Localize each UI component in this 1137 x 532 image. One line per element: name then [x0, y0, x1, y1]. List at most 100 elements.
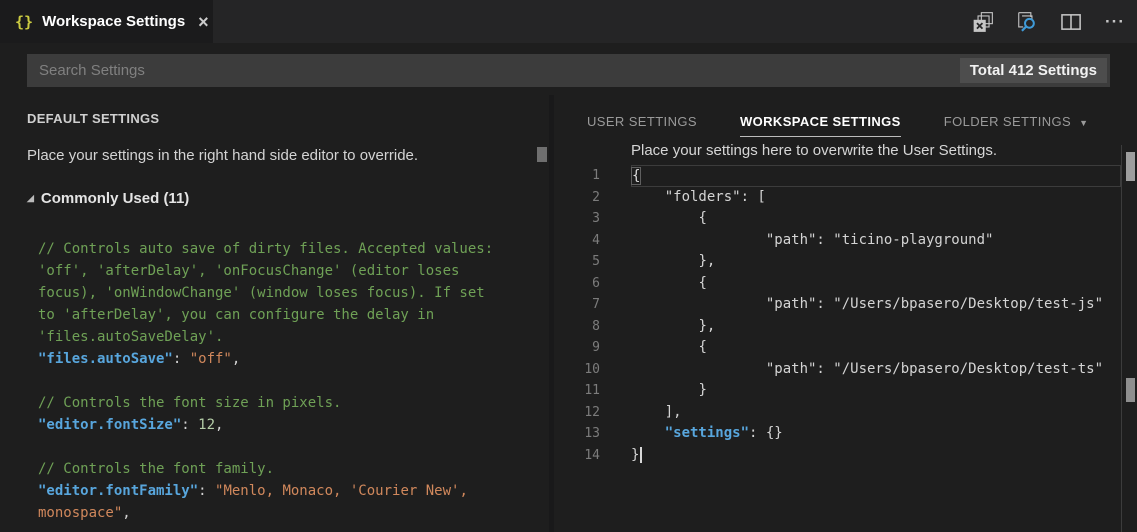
tab-title: Workspace Settings [42, 13, 185, 30]
code-line: "editor.fontSize": 12, [38, 414, 493, 436]
code-token: { [698, 275, 706, 291]
code-token: , [122, 505, 130, 521]
line-content: { [631, 165, 1121, 187]
editor-line: 8 }, [554, 316, 1121, 338]
code-line: "editor.fontFamily": "Menlo, Monaco, 'Co… [38, 480, 493, 502]
editor-tab-bar: {} Workspace Settings × [0, 0, 1137, 43]
left-scrollbar-thumb[interactable] [537, 147, 547, 162]
editor-line: 9 { [554, 337, 1121, 359]
section-label: Commonly Used (11) [41, 190, 189, 207]
code-token: "folders": [ [665, 189, 766, 205]
editor-actions-toolbar: ··· [971, 0, 1127, 43]
line-number: 6 [554, 273, 600, 295]
editor-line: 10 "path": "/Users/bpasero/Desktop/test-… [554, 359, 1121, 381]
tab-user-settings[interactable]: USER SETTINGS [587, 114, 697, 137]
code-token: "path": "ticino-playground" [766, 232, 994, 248]
workspace-settings-pane: USER SETTINGS WORKSPACE SETTINGS FOLDER SE… [554, 95, 1137, 532]
default-settings-description: Place your settings in the right hand si… [27, 147, 418, 164]
editor-line: 7 "path": "/Users/bpasero/Desktop/test-j… [554, 294, 1121, 316]
settings-editor-split: DEFAULT SETTINGS Place your settings in … [0, 95, 1137, 532]
code-line: 'off', 'afterDelay', 'onFocusChange' (ed… [38, 260, 493, 282]
code-token: "editor.fontFamily" [38, 483, 198, 499]
code-line: // Controls the font size in pixels. [38, 392, 493, 414]
line-content: ], [631, 402, 1121, 424]
code-token: } [631, 447, 639, 463]
code-token: 12 [198, 417, 215, 433]
chevron-down-icon: ▼ [1079, 118, 1088, 128]
tab-workspace-settings[interactable]: {} Workspace Settings × [0, 0, 213, 43]
code-token: } [698, 382, 706, 398]
line-content: { [631, 208, 1121, 230]
code-token: to 'afterDelay', you can configure the d… [38, 307, 434, 323]
total-settings-badge: Total 412 Settings [960, 58, 1107, 83]
line-content: "settings": {} [631, 423, 1121, 445]
vscode-settings-window: { "window": { "tab": { "icon_glyph": "{}… [0, 0, 1137, 532]
tab-workspace-settings[interactable]: WORKSPACE SETTINGS [740, 114, 901, 137]
code-token: ], [665, 404, 682, 420]
editor-line: 3 { [554, 208, 1121, 230]
code-token: : [173, 351, 190, 367]
tab-folder-settings[interactable]: FOLDER SETTINGS▼ [944, 114, 1089, 137]
code-token: 'off', 'afterDelay', 'onFocusChange' (ed… [38, 263, 459, 279]
editor-line: 14} [554, 445, 1121, 467]
editor-line: 12 ], [554, 402, 1121, 424]
editor-scrollbar [1121, 145, 1137, 532]
line-content: }, [631, 251, 1121, 273]
line-number: 9 [554, 337, 600, 359]
line-number: 1 [554, 165, 600, 187]
code-line: 'files.autoSaveDelay'. [38, 326, 493, 348]
code-token: // Controls the font size in pixels. [38, 395, 341, 411]
code-token: "editor.fontSize" [38, 417, 181, 433]
code-token: : [198, 483, 215, 499]
code-token: "off" [190, 351, 232, 367]
overview-ruler-marker[interactable] [1126, 378, 1135, 402]
editor-line: 5 }, [554, 251, 1121, 273]
line-content: } [631, 445, 1121, 467]
line-number: 13 [554, 423, 600, 445]
preview-search-icon[interactable] [1015, 11, 1039, 33]
code-token: focus), 'onWindowChange' (window loses f… [38, 285, 485, 301]
json-braces-icon: {} [15, 13, 33, 31]
default-settings-pane[interactable]: DEFAULT SETTINGS Place your settings in … [0, 95, 549, 532]
workspace-settings-editor[interactable]: 1{2 "folders": [3 {4 "path": "ticino-pla… [554, 165, 1121, 466]
code-line: monospace", [38, 502, 493, 524]
default-settings-code: // Controls auto save of dirty files. Ac… [38, 238, 493, 524]
code-token: : [181, 417, 198, 433]
line-content: "path": "/Users/bpasero/Desktop/test-ts" [631, 359, 1121, 381]
line-content: } [631, 380, 1121, 402]
line-number: 10 [554, 359, 600, 381]
line-number: 8 [554, 316, 600, 338]
settings-target-tabs: USER SETTINGS WORKSPACE SETTINGS FOLDER SE… [587, 114, 1088, 137]
line-content: "folders": [ [631, 187, 1121, 209]
text-cursor [640, 447, 642, 463]
split-editor-icon[interactable] [1059, 11, 1083, 33]
code-token: "path": "/Users/bpasero/Desktop/test-js" [766, 296, 1103, 312]
settings-search-row: Total 412 Settings [0, 43, 1137, 95]
line-number: 4 [554, 230, 600, 252]
code-token: "settings" [665, 425, 749, 441]
line-content: }, [631, 316, 1121, 338]
line-number: 7 [554, 294, 600, 316]
close-all-editors-icon[interactable] [971, 11, 995, 33]
editor-line: 4 "path": "ticino-playground" [554, 230, 1121, 252]
line-number: 14 [554, 445, 600, 467]
code-token: }, [698, 318, 715, 334]
code-line: to 'afterDelay', you can configure the d… [38, 304, 493, 326]
code-token: // Controls the font family. [38, 461, 274, 477]
default-settings-header: DEFAULT SETTINGS [27, 111, 159, 126]
code-line: focus), 'onWindowChange' (window loses f… [38, 282, 493, 304]
code-token: "path": "/Users/bpasero/Desktop/test-ts" [766, 361, 1103, 377]
close-tab-icon[interactable]: × [198, 13, 209, 31]
code-token: // Controls auto save of dirty files. Ac… [38, 241, 493, 257]
editor-scrollbar-thumb[interactable] [1126, 152, 1135, 181]
twistie-expanded-icon: ◢ [27, 193, 34, 204]
section-commonly-used[interactable]: ◢ Commonly Used (11) [27, 190, 189, 207]
code-token: { [632, 168, 640, 184]
search-settings-input[interactable] [27, 54, 1110, 87]
code-token: : {} [749, 425, 783, 441]
line-number: 12 [554, 402, 600, 424]
code-line [38, 370, 493, 392]
more-actions-icon[interactable]: ··· [1103, 11, 1127, 33]
code-token: , [215, 417, 223, 433]
line-number: 11 [554, 380, 600, 402]
